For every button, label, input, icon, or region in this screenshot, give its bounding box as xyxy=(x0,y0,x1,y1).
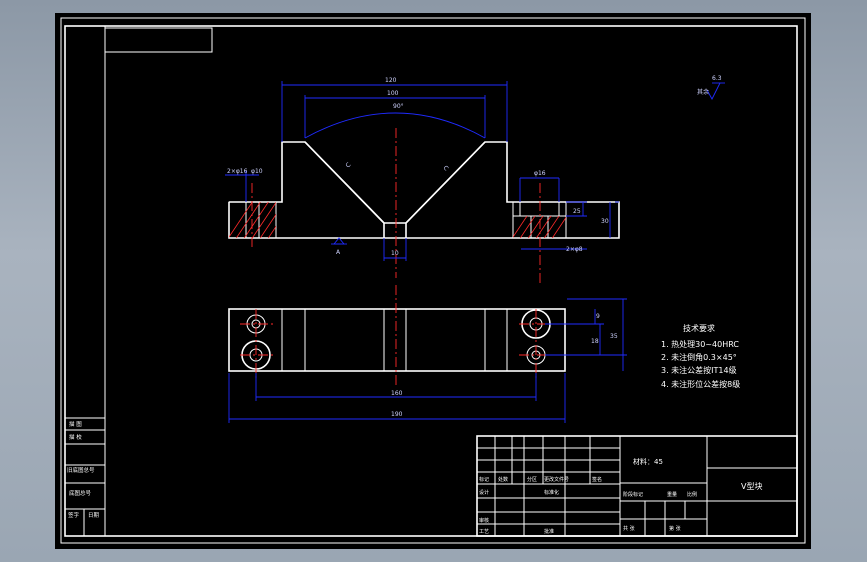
sig-row-2: 旧底图总号 xyxy=(67,466,95,474)
dim-right-hole: φ16 xyxy=(534,170,546,177)
tb-change-doc: 更改文件号 xyxy=(544,476,569,483)
dim-plan-h2: 18 xyxy=(591,338,599,345)
sig-row-3: 底图总号 xyxy=(69,489,92,497)
dim-left-depth: 2×φ16 xyxy=(227,168,248,175)
sig-row-1: 描 校 xyxy=(69,433,82,441)
top-dimensions: 160 190 9 18 35 xyxy=(228,298,627,423)
tb-design: 设计 xyxy=(479,489,489,496)
surface-finish-symbol: 其余 6.3 xyxy=(697,75,725,100)
svg-text:C: C xyxy=(344,161,352,169)
dim-right-small: 25 xyxy=(573,208,581,215)
tech-requirements: 技术要求 1. 热处理30~40HRC 2. 未注倒角0.3×45° 3. 未注… xyxy=(661,323,740,389)
tech-title: 技术要求 xyxy=(683,323,715,333)
tb-sheet-total: 共 张 xyxy=(623,525,635,532)
drawing-border xyxy=(64,25,798,537)
surface-value: 6.3 xyxy=(712,75,722,82)
tb-sheet-num: 第 张 xyxy=(669,525,681,532)
tb-review: 审核 xyxy=(479,517,489,524)
material-label: 材料：45 xyxy=(633,457,663,466)
top-view xyxy=(228,285,566,385)
front-dimensions: 120 100 90° 2×φ16 φ10 φ16 2×φ8 25 30 10 xyxy=(225,77,619,261)
tb-weight: 重量 xyxy=(667,491,677,498)
cad-drawing-canvas[interactable]: 描 图 描 校 旧底图总号 底图总号 签字 日期 120 100 90° 2×φ… xyxy=(55,13,811,549)
dim-plan-overall: 190 xyxy=(391,411,403,418)
tb-zone: 分区 xyxy=(527,476,537,483)
dim-bottom-slot: 10 xyxy=(391,250,399,257)
tb-approve: 批准 xyxy=(544,528,554,535)
tb-standard: 标准化 xyxy=(544,489,559,496)
dim-overall-top: 120 xyxy=(385,77,397,84)
v-angle-arc xyxy=(304,112,486,139)
surface-note: 其余 xyxy=(697,88,709,96)
tb-count: 处数 xyxy=(498,476,508,483)
tech-note-3: 3. 未注公差按IT14级 xyxy=(661,365,737,375)
datum-a: A xyxy=(336,249,341,256)
dim-plan-h1: 9 xyxy=(596,313,600,320)
corner-code-box xyxy=(104,27,213,53)
dim-plan-width: 160 xyxy=(391,390,403,397)
dim-right-depth: 2×φ8 xyxy=(566,246,583,253)
tb-ratio: 比例 xyxy=(687,491,697,498)
tb-mark: 标记 xyxy=(479,476,489,483)
sig-row-4: 签字 xyxy=(68,511,80,519)
outer-frame xyxy=(60,17,806,544)
part-name: V型块 xyxy=(741,481,762,491)
drawing-sheet: 描 图 描 校 旧底图总号 底图总号 签字 日期 120 100 90° 2×φ… xyxy=(60,17,806,544)
title-block: 标记 处数 分区 更改文件号 签名 设计 标准化 审核 工艺 批准 阶段标记 重… xyxy=(476,435,798,537)
tb-stage: 阶段标记 xyxy=(623,491,643,498)
svg-text:C: C xyxy=(442,164,450,172)
sig-row-5: 日期 xyxy=(88,512,100,519)
sig-row-0: 描 图 xyxy=(69,420,82,428)
dim-right-height: 30 xyxy=(601,218,609,225)
signature-table: 描 图 描 校 旧底图总号 底图总号 签字 日期 xyxy=(64,417,106,537)
tech-note-1: 1. 热处理30~40HRC xyxy=(661,339,739,349)
dim-v-angle: 90° xyxy=(393,103,404,110)
tb-process: 工艺 xyxy=(479,529,489,535)
dim-plan-h3: 35 xyxy=(610,333,618,340)
tb-sign: 签名 xyxy=(592,476,602,483)
front-view xyxy=(228,112,620,283)
tech-note-2: 2. 未注倒角0.3×45° xyxy=(661,352,737,362)
dim-inner-top: 100 xyxy=(387,90,399,97)
dim-left-hole: φ10 xyxy=(251,168,263,175)
tech-note-4: 4. 未注形位公差按8级 xyxy=(661,379,740,389)
